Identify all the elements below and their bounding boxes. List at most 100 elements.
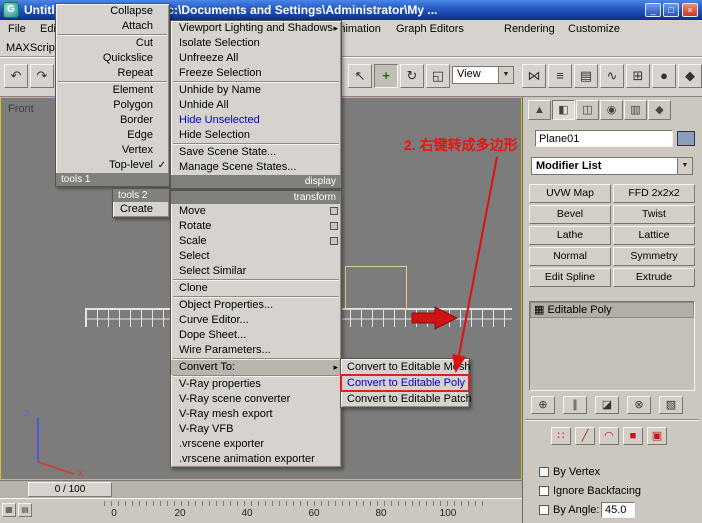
menu-item-convert-to[interactable]: Convert To: ▸ bbox=[171, 360, 341, 375]
menu-item-unhide-all[interactable]: Unhide All bbox=[171, 98, 341, 113]
menu-item-convert-to-editable-poly[interactable]: Convert to Editable Poly bbox=[341, 375, 469, 391]
render-setup-icon[interactable]: ◆ bbox=[678, 64, 702, 88]
tab-create[interactable]: ▲ bbox=[528, 100, 551, 120]
menu-item-quickslice[interactable]: Quickslice bbox=[56, 51, 169, 66]
sub-object-border-icon[interactable]: ◠ bbox=[599, 427, 619, 445]
modifier-list-dropdown[interactable]: Modifier List ▼ bbox=[531, 157, 693, 175]
chevron-down-icon[interactable]: ▼ bbox=[677, 158, 692, 174]
modifier-set-button[interactable]: UVW Map bbox=[529, 184, 611, 203]
menu-item-vrscene-animation-exporter[interactable]: .vrscene animation exporter bbox=[171, 452, 341, 467]
sub-object-polygon-icon[interactable]: ■ bbox=[623, 427, 643, 445]
modifier-set-button[interactable]: Bevel bbox=[529, 205, 611, 224]
menu-item-save-scene-state[interactable]: Save Scene State... bbox=[171, 145, 341, 160]
menu-item-border[interactable]: Border bbox=[56, 113, 169, 128]
menu-item-polygon[interactable]: Polygon bbox=[56, 98, 169, 113]
menu-item-object-properties[interactable]: Object Properties... bbox=[171, 298, 341, 313]
show-end-result-icon[interactable]: ∥ bbox=[563, 396, 587, 414]
chevron-down-icon[interactable]: ▼ bbox=[498, 67, 513, 83]
menu-item-dope-sheet[interactable]: Dope Sheet... bbox=[171, 328, 341, 343]
tab-modify[interactable]: ◧ bbox=[552, 100, 575, 120]
remove-modifier-icon[interactable]: ⊗ bbox=[627, 396, 651, 414]
menu-item-hide-selection[interactable]: Hide Selection bbox=[171, 128, 341, 143]
select-and-move-icon[interactable]: + bbox=[374, 64, 398, 88]
material-editor-icon[interactable]: ● bbox=[652, 64, 676, 88]
menu-customize[interactable]: Customize bbox=[568, 23, 620, 35]
settings-box-icon[interactable] bbox=[330, 237, 338, 245]
menu-item-freeze-selection[interactable]: Freeze Selection bbox=[171, 66, 341, 81]
modifier-set-button[interactable]: FFD 2x2x2 bbox=[613, 184, 695, 203]
menu-item-repeat[interactable]: Repeat bbox=[56, 66, 169, 81]
tab-display[interactable]: ▥ bbox=[624, 100, 647, 120]
by-angle-value-field[interactable] bbox=[601, 502, 635, 518]
select-object-icon[interactable]: ↖ bbox=[348, 64, 372, 88]
menu-item-edge[interactable]: Edge bbox=[56, 128, 169, 143]
menu-item-convert-to-editable-patch[interactable]: Convert to Editable Patch bbox=[341, 391, 469, 407]
stack-item-editable-poly[interactable]: ▦ Editable Poly bbox=[530, 302, 694, 318]
curve-editor-icon[interactable]: ∿ bbox=[600, 64, 624, 88]
menu-item-vray-mesh-export[interactable]: V-Ray mesh export bbox=[171, 407, 341, 422]
redo-icon[interactable]: ↷ bbox=[30, 64, 54, 88]
viewport-label[interactable]: Front bbox=[8, 103, 34, 115]
menu-item-vertex[interactable]: Vertex bbox=[56, 143, 169, 158]
by-angle-checkbox[interactable]: By Angle: bbox=[539, 504, 599, 516]
pin-stack-icon[interactable]: ⊕ bbox=[531, 396, 555, 414]
modifier-set-button[interactable]: Normal bbox=[529, 247, 611, 266]
ignore-backfacing-checkbox[interactable]: Ignore Backfacing bbox=[539, 485, 641, 497]
time-slider-handle[interactable]: 0 / 100 bbox=[28, 482, 112, 497]
close-button[interactable]: × bbox=[682, 3, 698, 17]
menu-item-wire-parameters[interactable]: Wire Parameters... bbox=[171, 343, 341, 358]
sub-object-edge-icon[interactable]: ╱ bbox=[575, 427, 595, 445]
menu-item-top-level[interactable]: Top-level ✓ bbox=[56, 158, 169, 173]
menu-item-select[interactable]: Select bbox=[171, 249, 341, 264]
menu-item-hide-unselected[interactable]: Hide Unselected bbox=[171, 113, 341, 128]
align-icon[interactable]: ≡ bbox=[548, 64, 572, 88]
layer-manager-icon[interactable]: ▤ bbox=[574, 64, 598, 88]
menu-item-convert-to-editable-mesh[interactable]: Convert to Editable Mesh bbox=[341, 359, 469, 375]
menu-item-unfreeze-all[interactable]: Unfreeze All bbox=[171, 51, 341, 66]
reference-coordinate-dropdown[interactable]: View ▼ bbox=[452, 66, 514, 84]
menu-item-cut[interactable]: Cut bbox=[56, 36, 169, 51]
menu-item-attach[interactable]: Attach bbox=[56, 19, 169, 34]
tab-motion[interactable]: ◉ bbox=[600, 100, 623, 120]
statusbar-icon-2[interactable]: ▤ bbox=[18, 503, 32, 517]
menu-rendering[interactable]: Rendering bbox=[504, 23, 555, 35]
schematic-view-icon[interactable]: ⊞ bbox=[626, 64, 650, 88]
maximize-button[interactable]: □ bbox=[663, 3, 679, 17]
select-and-scale-icon[interactable]: ◱ bbox=[426, 64, 450, 88]
settings-box-icon[interactable] bbox=[330, 207, 338, 215]
menu-item-clone[interactable]: Clone bbox=[171, 281, 341, 296]
menu-item-vray-scene-converter[interactable]: V-Ray scene converter bbox=[171, 392, 341, 407]
menu-item-rotate[interactable]: Rotate bbox=[171, 219, 341, 234]
settings-box-icon[interactable] bbox=[330, 222, 338, 230]
object-color-swatch[interactable] bbox=[677, 131, 695, 146]
modifier-set-button[interactable]: Edit Spline bbox=[529, 268, 611, 287]
configure-modifier-sets-icon[interactable]: ▧ bbox=[659, 396, 683, 414]
menu-item-vray-vfb[interactable]: V-Ray VFB bbox=[171, 422, 341, 437]
menu-item-viewport-lighting[interactable]: Viewport Lighting and Shadows ▸ bbox=[171, 21, 341, 36]
tab-hierarchy[interactable]: ◫ bbox=[576, 100, 599, 120]
menu-item-select-similar[interactable]: Select Similar bbox=[171, 264, 341, 279]
modifier-set-button[interactable]: Lattice bbox=[613, 226, 695, 245]
sub-object-element-icon[interactable]: ▣ bbox=[647, 427, 667, 445]
menu-file[interactable]: File bbox=[8, 23, 26, 35]
modifier-stack[interactable]: ▦ Editable Poly bbox=[529, 301, 695, 391]
object-name-field[interactable] bbox=[535, 130, 673, 147]
menu-item-isolate-selection[interactable]: Isolate Selection bbox=[171, 36, 341, 51]
menu-item-element[interactable]: Element bbox=[56, 83, 169, 98]
time-slider-track[interactable]: 0 / 100 bbox=[0, 480, 522, 498]
menu-item-unhide-by-name[interactable]: Unhide by Name bbox=[171, 83, 341, 98]
menu-item-vrscene-exporter[interactable]: .vrscene exporter bbox=[171, 437, 341, 452]
modifier-set-button[interactable]: Twist bbox=[613, 205, 695, 224]
menu-item-manage-scene-states[interactable]: Manage Scene States... bbox=[171, 160, 341, 175]
menu-item-collapse[interactable]: Collapse bbox=[56, 4, 169, 19]
mirror-icon[interactable]: ⋈ bbox=[522, 64, 546, 88]
statusbar-icon-1[interactable]: ▦ bbox=[2, 503, 16, 517]
undo-icon[interactable]: ↶ bbox=[4, 64, 28, 88]
modifier-set-button[interactable]: Symmetry bbox=[613, 247, 695, 266]
select-and-rotate-icon[interactable]: ↻ bbox=[400, 64, 424, 88]
menu-item-curve-editor[interactable]: Curve Editor... bbox=[171, 313, 341, 328]
tab-utilities[interactable]: ◆ bbox=[648, 100, 671, 120]
make-unique-icon[interactable]: ◪ bbox=[595, 396, 619, 414]
track-bar[interactable]: ▦ ▤ 0 20 40 60 80 100 bbox=[0, 498, 522, 523]
menu-item-create[interactable]: Create bbox=[113, 202, 169, 217]
